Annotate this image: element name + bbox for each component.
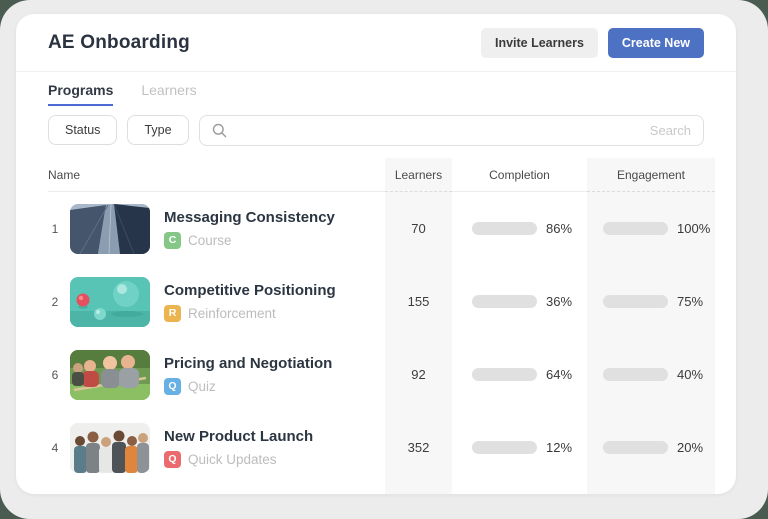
column-header-name: Name — [48, 158, 385, 192]
program-type-line: Q Quick Updates — [164, 451, 313, 468]
engagement-cell: 100% — [587, 221, 715, 236]
quiz-type-icon: Q — [164, 378, 181, 395]
completion-progress-bar — [472, 441, 537, 454]
engagement-cell: 40% — [587, 367, 715, 382]
engagement-progress-bar — [603, 441, 668, 454]
program-type-label: Course — [188, 233, 232, 248]
skyscraper-photo — [70, 204, 150, 254]
tab-learners[interactable]: Learners — [141, 82, 196, 104]
create-new-button[interactable]: Create New — [608, 28, 704, 58]
completion-cell: 12% — [452, 440, 587, 455]
completion-percent: 36% — [546, 294, 572, 309]
engagement-percent: 100% — [677, 221, 710, 236]
engagement-progress-bar — [603, 295, 668, 308]
app-stage: AE Onboarding Invite Learners Create New… — [0, 0, 768, 519]
reinforcement-type-icon: R — [164, 305, 181, 322]
learners-count: 155 — [385, 294, 452, 309]
completion-cell: 64% — [452, 367, 587, 382]
tab-programs[interactable]: Programs — [48, 82, 113, 106]
table-row[interactable]: 1 — [16, 192, 736, 265]
search-icon — [212, 123, 227, 138]
header-actions: Invite Learners Create New — [481, 28, 704, 58]
search-box[interactable] — [199, 115, 704, 146]
row-index: 1 — [48, 222, 62, 236]
filter-bar: Status Type — [16, 106, 736, 146]
row-index: 2 — [48, 295, 62, 309]
program-title: Competitive Positioning — [164, 282, 336, 299]
group-people-photo — [70, 423, 150, 473]
onboarding-card: AE Onboarding Invite Learners Create New… — [16, 14, 736, 494]
engagement-progress-bar — [603, 368, 668, 381]
row-index: 4 — [48, 441, 62, 455]
search-input[interactable] — [227, 123, 691, 138]
tab-bar: Programs Learners — [16, 72, 736, 106]
program-name-cell: 6 — [48, 338, 385, 411]
program-info: Competitive Positioning R Reinforcement — [164, 282, 336, 322]
program-type-line: C Course — [164, 232, 335, 249]
completion-cell: 86% — [452, 221, 587, 236]
completion-percent: 12% — [546, 440, 572, 455]
program-name-cell: 1 — [48, 192, 385, 265]
column-header-engagement: Engagement — [587, 158, 715, 192]
table-header-row: Name Learners Completion Engagement — [16, 158, 736, 192]
column-header-learners: Learners — [385, 158, 452, 192]
teal-spheres-photo — [70, 277, 150, 327]
program-name-cell: 4 New Product Launch — [48, 411, 385, 484]
program-type-label: Quiz — [188, 379, 216, 394]
page-title: AE Onboarding — [48, 32, 190, 54]
row-index: 6 — [48, 368, 62, 382]
card-header: AE Onboarding Invite Learners Create New — [16, 14, 736, 72]
tug-of-war-photo — [70, 350, 150, 400]
learners-count: 92 — [385, 367, 452, 382]
engagement-cell: 20% — [587, 440, 715, 455]
engagement-cell: 75% — [587, 294, 715, 309]
engagement-percent: 75% — [677, 294, 703, 309]
quick-updates-type-icon: Q — [164, 451, 181, 468]
completion-progress-bar — [472, 368, 537, 381]
completion-percent: 86% — [546, 221, 572, 236]
invite-learners-button[interactable]: Invite Learners — [481, 28, 598, 58]
program-name-cell: 2 — [48, 265, 385, 338]
engagement-percent: 40% — [677, 367, 703, 382]
program-type-line: R Reinforcement — [164, 305, 336, 322]
completion-percent: 64% — [546, 367, 572, 382]
completion-progress-bar — [472, 222, 537, 235]
program-info: Pricing and Negotiation Q Quiz — [164, 355, 332, 395]
engagement-progress-bar — [603, 222, 668, 235]
completion-progress-bar — [472, 295, 537, 308]
program-title: Messaging Consistency — [164, 209, 335, 226]
engagement-percent: 20% — [677, 440, 703, 455]
course-type-icon: C — [164, 232, 181, 249]
column-header-completion: Completion — [452, 158, 587, 192]
table-row[interactable]: 6 — [16, 338, 736, 411]
program-title: Pricing and Negotiation — [164, 355, 332, 372]
status-filter-button[interactable]: Status — [48, 115, 117, 145]
completion-cell: 36% — [452, 294, 587, 309]
table-row[interactable]: 4 New Product Launch — [16, 411, 736, 484]
learners-count: 70 — [385, 221, 452, 236]
programs-table: Name Learners Completion Engagement 1 — [16, 158, 736, 484]
table-row[interactable]: 2 — [16, 265, 736, 338]
program-info: New Product Launch Q Quick Updates — [164, 428, 313, 468]
program-type-label: Quick Updates — [188, 452, 277, 467]
program-type-label: Reinforcement — [188, 306, 276, 321]
type-filter-button[interactable]: Type — [127, 115, 188, 145]
program-info: Messaging Consistency C Course — [164, 209, 335, 249]
program-type-line: Q Quiz — [164, 378, 332, 395]
learners-count: 352 — [385, 440, 452, 455]
program-title: New Product Launch — [164, 428, 313, 445]
